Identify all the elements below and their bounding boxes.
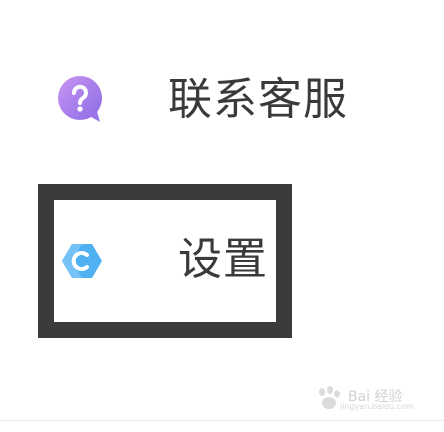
question-mark-icon bbox=[58, 76, 102, 122]
menu-item-contact-service[interactable]: 联系客服 bbox=[0, 60, 444, 140]
contact-service-label: 联系客服 bbox=[168, 74, 348, 125]
settings-icon bbox=[62, 244, 102, 278]
watermark-url: jingyan.baidu.com bbox=[340, 402, 414, 411]
menu-item-settings[interactable]: 设置 bbox=[38, 184, 292, 338]
menu-page: 联系客服 设置 Bai 经验 jingyan.baidu.com bbox=[0, 0, 444, 432]
baidu-jingyan-watermark: Bai 经验 jingyan.baidu.com bbox=[314, 386, 424, 416]
bottom-divider bbox=[0, 420, 444, 421]
settings-label: 设置 bbox=[178, 234, 268, 285]
